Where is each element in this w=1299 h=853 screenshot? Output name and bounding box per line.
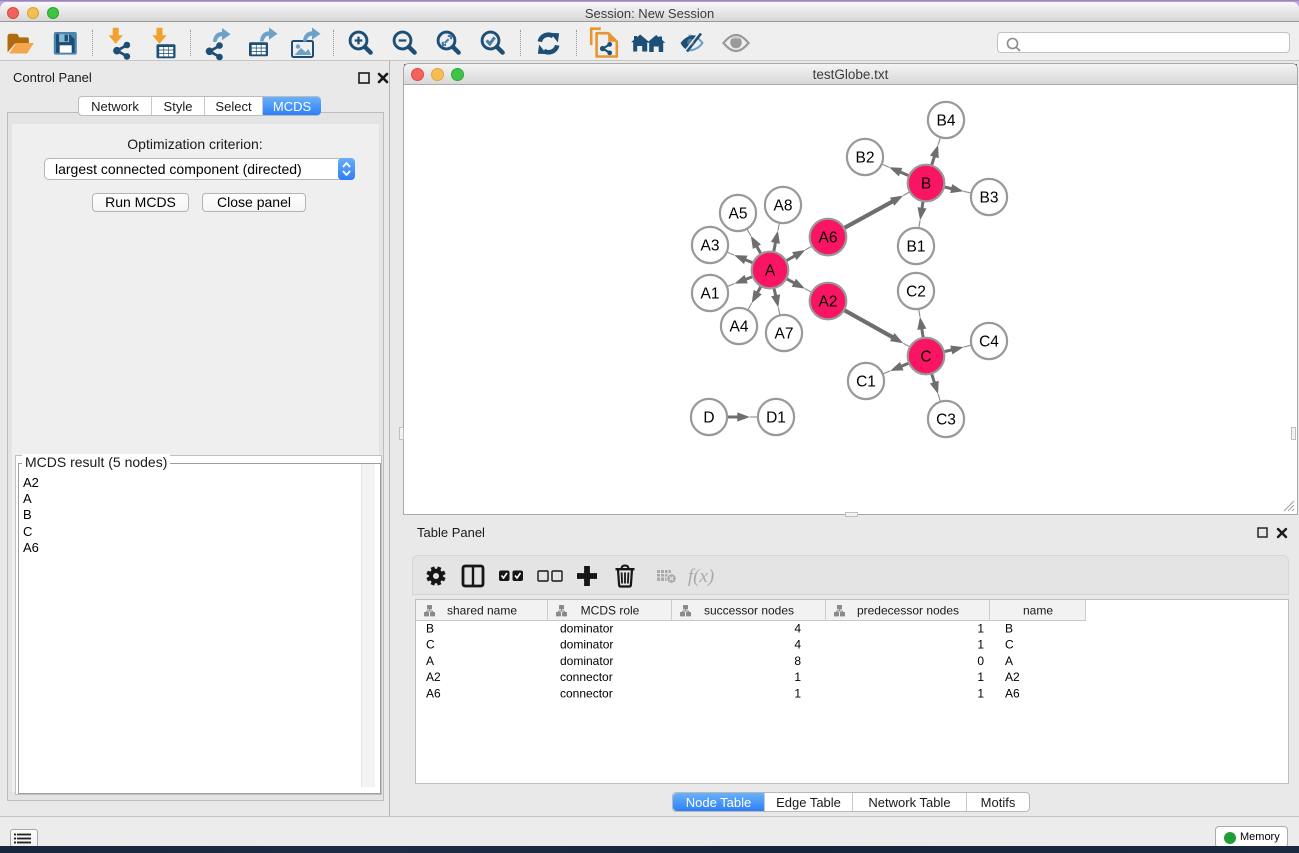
svg-text:dominator: dominator [560, 622, 613, 636]
svg-text:C2: C2 [906, 284, 926, 301]
svg-text:8: 8 [794, 654, 801, 668]
svg-text:A: A [426, 654, 434, 668]
svg-text:dominator: dominator [560, 654, 613, 668]
svg-text:C1: C1 [856, 374, 876, 391]
svg-text:C3: C3 [936, 412, 956, 429]
svg-text:A2: A2 [426, 670, 441, 684]
svg-text:A6: A6 [426, 686, 441, 700]
svg-text:1: 1 [977, 686, 984, 700]
svg-text:B: B [1005, 622, 1013, 636]
svg-text:B: B [921, 176, 931, 193]
svg-text:C: C [426, 638, 435, 652]
svg-text:1: 1 [794, 670, 801, 684]
svg-text:B1: B1 [907, 239, 926, 256]
svg-text:1: 1 [794, 686, 801, 700]
svg-text:A: A [1005, 654, 1013, 668]
svg-text:B: B [426, 622, 434, 636]
svg-text:name: name [1023, 604, 1053, 618]
svg-text:D: D [703, 410, 714, 427]
svg-text:successor nodes: successor nodes [704, 604, 794, 618]
svg-text:4: 4 [794, 622, 801, 636]
svg-text:4: 4 [794, 638, 801, 652]
svg-text:1: 1 [977, 622, 984, 636]
svg-text:A7: A7 [775, 326, 794, 343]
svg-text:A3: A3 [701, 238, 720, 255]
svg-text:A: A [765, 263, 776, 280]
svg-text:B4: B4 [937, 113, 956, 130]
svg-text:MCDS role: MCDS role [581, 604, 640, 618]
svg-text:C: C [1005, 638, 1014, 652]
svg-text:A8: A8 [774, 198, 793, 215]
svg-text:predecessor nodes: predecessor nodes [857, 604, 959, 618]
svg-text:D1: D1 [766, 410, 786, 427]
svg-text:A2: A2 [1005, 670, 1020, 684]
svg-text:0: 0 [977, 654, 984, 668]
svg-text:C: C [920, 349, 931, 366]
svg-text:A4: A4 [730, 319, 749, 336]
svg-text:connector: connector [560, 670, 613, 684]
svg-text:dominator: dominator [560, 638, 613, 652]
svg-text:C4: C4 [979, 334, 999, 351]
svg-text:A1: A1 [701, 286, 720, 303]
svg-text:connector: connector [560, 686, 613, 700]
svg-text:A5: A5 [729, 206, 748, 223]
svg-text:A6: A6 [819, 230, 838, 247]
svg-text:shared name: shared name [447, 604, 517, 618]
svg-text:f(x): f(x) [688, 566, 714, 587]
svg-text:B2: B2 [856, 150, 875, 167]
svg-text:B3: B3 [980, 190, 999, 207]
svg-text:1: 1 [977, 670, 984, 684]
svg-text:A6: A6 [1005, 686, 1020, 700]
svg-text:1: 1 [977, 638, 984, 652]
svg-text:A2: A2 [819, 294, 838, 311]
